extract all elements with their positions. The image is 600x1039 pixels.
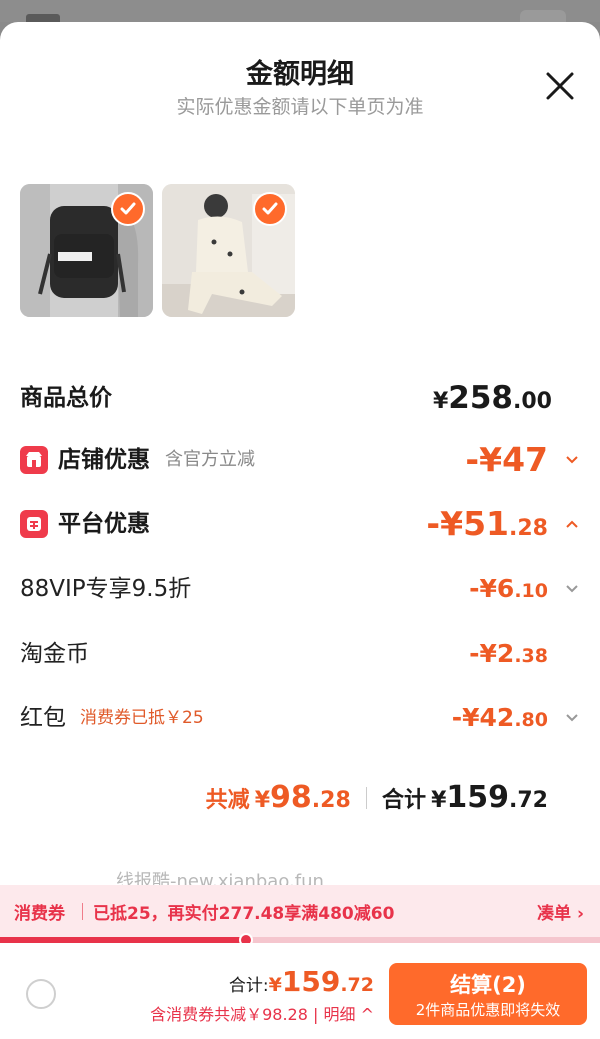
checkout-label: 结算(2) xyxy=(450,973,526,997)
pajamas-thumbnail[interactable] xyxy=(162,184,295,317)
vip-discount-row[interactable]: 88VIP专享9.5折 -¥6.10 xyxy=(20,569,580,609)
total-reduced-value: ¥98.28 xyxy=(254,780,351,815)
total-price-row: 商品总价 ¥258.00 xyxy=(20,378,580,418)
coin-discount-label: 淘金币 xyxy=(20,641,89,667)
checkout-footer: 合计:¥159.72 含消费券共减￥98.28 | 明细 ^ 结算(2) 2件商… xyxy=(0,943,600,1039)
chevron-down-icon[interactable] xyxy=(564,710,580,726)
platform-discount-row[interactable]: 平台优惠 -¥51.28 xyxy=(20,504,580,544)
sheet-subtitle: 实际优惠金额请以下单页为准 xyxy=(176,96,424,118)
summary-divider xyxy=(365,787,367,809)
add-items-link[interactable]: 凑单 › xyxy=(537,899,584,924)
store-discount-value: -¥47 xyxy=(465,440,548,479)
redpacket-note: 消费券已抵￥25 xyxy=(80,708,204,728)
coin-discount-row: 淘金币 -¥2.38 xyxy=(20,634,580,674)
platform-discount-label: 平台优惠 xyxy=(58,511,150,537)
footer-total: 合计:¥159.72 xyxy=(228,965,374,998)
coupon-tag: 消费券 xyxy=(14,904,65,924)
sheet-title: 金额明细 xyxy=(246,59,354,90)
platform-icon xyxy=(20,510,48,538)
footer-reduced-note: 含消费券共减￥98.28 | 明细 ^ xyxy=(150,1005,374,1024)
checkout-button[interactable]: 结算(2) 2件商品优惠即将失效 xyxy=(389,963,587,1025)
store-discount-label: 店铺优惠 xyxy=(58,447,150,473)
vip-discount-value: -¥6.10 xyxy=(469,574,548,603)
store-discount-note: 含官方立减 xyxy=(165,449,255,470)
redpacket-label: 红包 xyxy=(20,705,66,731)
status-bar-backdrop xyxy=(0,0,600,22)
backpack-thumbnail[interactable] xyxy=(20,184,153,317)
discount-summary: 共减 ¥98.28 合计 ¥159.72 xyxy=(0,780,548,820)
detail-toggle[interactable]: 明细 ^ xyxy=(323,1005,374,1024)
redpacket-row[interactable]: 红包 消费券已抵￥25 -¥42.80 xyxy=(20,698,580,738)
total-reduced-label: 共减 xyxy=(205,788,250,813)
redpacket-value: -¥42.80 xyxy=(451,703,548,732)
close-icon[interactable] xyxy=(540,66,580,106)
total-price-value: ¥258.00 xyxy=(432,380,552,416)
summary-total-label: 合计 xyxy=(381,788,426,813)
chevron-down-icon[interactable] xyxy=(564,452,580,468)
store-discount-row[interactable]: 店铺优惠 含官方立减 -¥47 xyxy=(20,440,580,480)
platform-discount-value: -¥51.28 xyxy=(426,504,548,543)
selected-check-icon[interactable] xyxy=(253,192,287,226)
chevron-up-icon[interactable] xyxy=(564,516,580,532)
select-all-radio[interactable] xyxy=(26,979,56,1009)
coupon-progress-bar[interactable]: 消费券 已抵25，再实付277.48享满480减60 凑单 › xyxy=(0,885,600,937)
vip-discount-label: 88VIP专享9.5折 xyxy=(20,576,192,602)
backdrop-element xyxy=(520,10,566,22)
backdrop-element xyxy=(26,14,60,22)
coupon-divider xyxy=(82,903,83,920)
summary-total-value: ¥159.72 xyxy=(431,780,548,815)
store-icon xyxy=(20,446,48,474)
checkout-sublabel: 2件商品优惠即将失效 xyxy=(415,1001,561,1019)
chevron-down-icon[interactable] xyxy=(564,581,580,597)
coin-discount-value: -¥2.38 xyxy=(469,639,548,668)
total-price-label: 商品总价 xyxy=(20,385,112,411)
selected-check-icon[interactable] xyxy=(111,192,145,226)
coupon-message: 已抵25，再实付277.48享满480减60 xyxy=(93,904,395,924)
